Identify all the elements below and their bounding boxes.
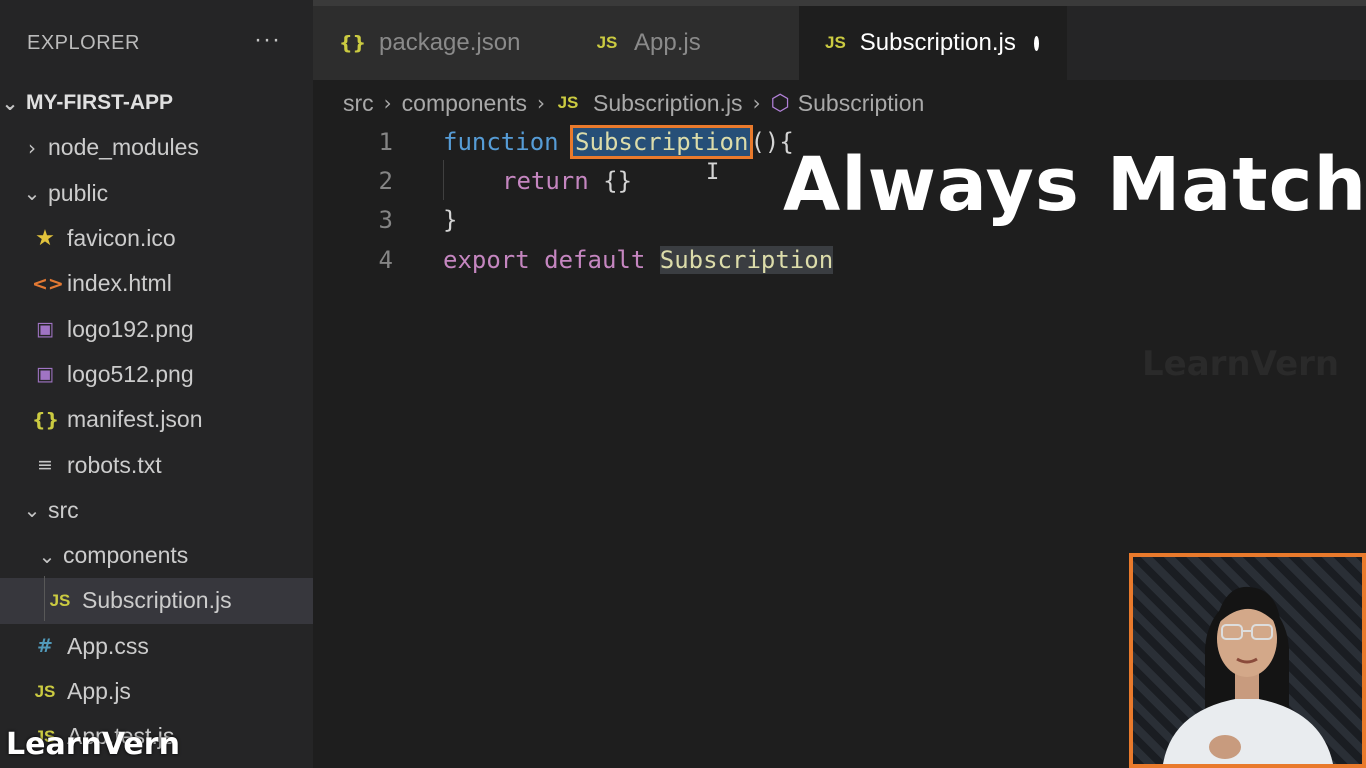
project-name: MY-FIRST-APP [26, 90, 174, 114]
tree-item-app-css[interactable]: # App.css [0, 624, 313, 669]
tab-label: Subscription.js [859, 29, 1016, 56]
json-file-icon: {} [339, 32, 367, 54]
star-icon: ★ [35, 226, 55, 252]
watermark-logo: LearnVern [1142, 344, 1340, 384]
js-file-icon: JS [49, 590, 71, 610]
tree-item-label: App.js [67, 678, 131, 704]
html-file-icon: <> [32, 272, 64, 295]
tree-item-label: node_modules [48, 134, 199, 161]
editor-tab-bar: {} package.json JS App.js JS Subscriptio… [313, 0, 1366, 80]
tab-app-js[interactable]: JS App.js [568, 6, 799, 80]
tree-item-node-modules[interactable]: › node_modules [0, 125, 313, 170]
cube-symbol-icon: ⬡ [770, 90, 790, 116]
code-punct: {} [588, 167, 633, 195]
tree-item-label: components [63, 542, 189, 569]
code-text: function Subscription(){ [443, 125, 794, 159]
tree-item-public[interactable]: ⌄ public [0, 171, 313, 216]
chevron-right-icon: › [536, 91, 545, 115]
presenter-figure [1163, 586, 1333, 764]
chevron-down-icon: ⌄ [23, 498, 41, 523]
keyword: export default [443, 246, 646, 274]
code-text: return {} [502, 167, 632, 195]
breadcrumb-item[interactable]: Subscription [798, 90, 925, 117]
indent-guide [443, 160, 444, 200]
tab-package-json[interactable]: {} package.json [313, 6, 568, 80]
tree-item-label: favicon.ico [67, 225, 176, 252]
breadcrumb-item[interactable]: src [343, 90, 374, 117]
chevron-right-icon: › [383, 91, 392, 115]
tree-item-label: public [48, 179, 109, 206]
text-cursor-icon: I [706, 160, 720, 185]
tree-item-logo512[interactable]: ▣ logo512.png [0, 352, 313, 397]
tree-item-label: logo512.png [67, 360, 194, 387]
explorer-title: EXPLORER [27, 31, 140, 54]
js-file-icon: JS [825, 33, 846, 52]
js-file-icon: JS [34, 681, 56, 701]
tree-item-src[interactable]: ⌄ src [0, 488, 313, 533]
line-number: 2 [378, 167, 393, 195]
tree-item-favicon[interactable]: ★ favicon.ico [0, 216, 313, 261]
keyword: function [443, 128, 559, 156]
highlighted-match: Subscription [659, 246, 834, 274]
chevron-down-icon: ⌄ [38, 543, 56, 568]
chevron-down-icon: ⌄ [1, 90, 19, 115]
explorer-header: EXPLORER ··· [0, 0, 313, 86]
indent-guide [44, 576, 45, 621]
js-file-icon: JS [596, 33, 618, 52]
tree-item-label: manifest.json [67, 406, 203, 433]
unsaved-dot-icon[interactable] [1033, 35, 1039, 51]
tree-item-label: Subscription.js [82, 587, 232, 614]
tree-item-label: App.css [67, 632, 149, 659]
watermark-logo: LearnVern [6, 727, 180, 762]
text-file-icon: ≡ [37, 454, 53, 477]
line-number: 4 [378, 246, 393, 274]
breadcrumb-item[interactable]: Subscription.js [593, 90, 743, 117]
more-actions-icon[interactable]: ··· [254, 26, 281, 54]
tree-item-components[interactable]: ⌄ components [0, 533, 313, 578]
overlay-caption: Always Match [783, 142, 1366, 228]
tab-label: package.json [379, 29, 521, 56]
js-file-icon: JS [557, 93, 579, 112]
keyword: return [502, 167, 589, 195]
css-file-icon: # [37, 635, 53, 658]
tree-item-label: logo192.png [67, 315, 194, 342]
breadcrumb: src › components › JS Subscription.js › … [343, 84, 924, 122]
image-file-icon: ▣ [36, 363, 54, 386]
selected-function-name: Subscription [570, 125, 754, 159]
tree-item-label: index.html [67, 270, 172, 297]
line-number: 1 [378, 128, 393, 156]
explorer-sidebar: EXPLORER ··· ⌄ MY-FIRST-APP › node_modul… [0, 0, 313, 768]
tree-item-label: robots.txt [67, 451, 162, 478]
tree-item-app-js[interactable]: JS App.js [0, 669, 313, 714]
tab-subscription-js[interactable]: JS Subscription.js [799, 6, 1067, 80]
line-number: 3 [378, 206, 393, 234]
code-text: } [443, 206, 458, 234]
chevron-right-icon: › [28, 135, 36, 160]
tree-item-label: src [48, 496, 79, 523]
tree-item-manifest[interactable]: {} manifest.json [0, 397, 313, 442]
breadcrumb-item[interactable]: components [402, 90, 527, 117]
tree-item-index-html[interactable]: <> index.html [0, 261, 313, 306]
chevron-down-icon: ⌄ [23, 181, 41, 206]
json-file-icon: {} [32, 408, 60, 431]
tree-item-robots[interactable]: ≡ robots.txt [0, 442, 313, 487]
tab-label: App.js [634, 29, 701, 56]
tree-item-subscription-js[interactable]: JS Subscription.js [0, 578, 313, 624]
presenter-webcam [1129, 553, 1366, 768]
project-root-folder[interactable]: ⌄ MY-FIRST-APP [0, 80, 313, 125]
image-file-icon: ▣ [36, 318, 54, 341]
tree-item-logo192[interactable]: ▣ logo192.png [0, 306, 313, 351]
code-text: export default Subscription [443, 246, 834, 274]
chevron-right-icon: › [752, 91, 761, 115]
